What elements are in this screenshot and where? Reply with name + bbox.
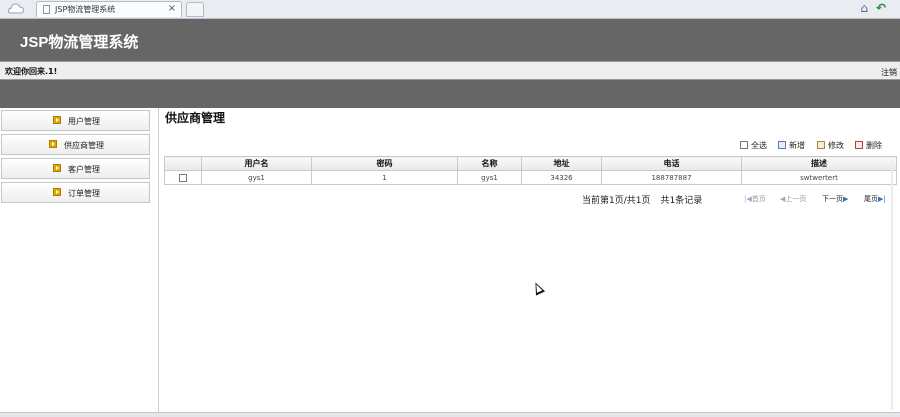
checkbox-icon — [740, 141, 748, 149]
welcome-message: 欢迎你回来.1! — [5, 67, 58, 76]
arrow-icon — [53, 116, 61, 124]
arrow-icon — [49, 140, 57, 148]
scrollbar[interactable] — [891, 160, 893, 410]
sidebar-item-label: 用户管理 — [68, 117, 100, 126]
next-page-label: 下一页 — [822, 195, 843, 203]
delete-icon — [855, 141, 863, 149]
add-button[interactable]: 新增 — [778, 140, 805, 151]
row-select-cell — [164, 170, 202, 185]
browser-toolbar-icons: ⌂ ↶ — [860, 2, 886, 15]
mouse-cursor-icon — [530, 280, 546, 296]
browser-tab-strip: JSP物流管理系统 × ⌂ ↶ — [0, 0, 900, 19]
select-all-button[interactable]: 全选 — [740, 140, 767, 151]
welcome-bar: 欢迎你回来.1! 注销 — [0, 61, 900, 80]
edit-icon — [817, 141, 825, 149]
action-toolbar: 全选 新增 修改 删除 — [740, 140, 890, 151]
prev-page-link[interactable]: ◀上一页 — [780, 194, 806, 204]
browser-tab[interactable]: JSP物流管理系统 × — [36, 1, 182, 17]
last-page-label: 尾页 — [864, 195, 878, 203]
next-page-icon: ▶ — [843, 195, 849, 203]
sidebar-item-label: 客户管理 — [68, 165, 100, 174]
new-tab-button[interactable] — [186, 2, 204, 17]
app-header: JSP物流管理系统 — [0, 19, 900, 61]
tab-title: JSP物流管理系统 — [55, 5, 116, 14]
cell-username: gys1 — [201, 170, 312, 185]
back-arrow-icon[interactable]: ↶ — [876, 2, 886, 15]
sidebar-item-customer-management[interactable]: 客户管理 — [1, 158, 150, 179]
first-page-link[interactable]: |◀首页 — [744, 194, 766, 204]
row-checkbox[interactable] — [179, 173, 187, 182]
cell-password: 1 — [311, 170, 458, 185]
page-info: 当前第1页/共1页 — [582, 196, 651, 206]
add-icon — [778, 141, 786, 149]
first-page-icon: |◀ — [744, 195, 752, 203]
column-header-phone: 电话 — [601, 156, 742, 171]
sidebar-item-supplier-management[interactable]: 供应商管理 — [1, 134, 150, 155]
header-band — [0, 80, 900, 108]
delete-label: 删除 — [866, 141, 882, 150]
cell-phone: 188787887 — [601, 170, 742, 185]
sidebar: 用户管理 供应商管理 客户管理 订单管理 — [0, 108, 159, 412]
cell-description: swtwertert — [741, 170, 897, 185]
sidebar-item-order-management[interactable]: 订单管理 — [1, 182, 150, 203]
cloud-icon[interactable] — [8, 2, 24, 14]
close-icon[interactable]: × — [168, 3, 176, 14]
pager-info: 当前第1页/共1页 共1条记录 — [582, 193, 712, 206]
sidebar-item-label: 订单管理 — [68, 189, 100, 198]
page-title: 供应商管理 — [165, 111, 226, 125]
page-icon — [43, 5, 50, 14]
table-row[interactable]: gys1 1 gys1 34326 188787887 swtwertert — [164, 170, 897, 185]
edit-button[interactable]: 修改 — [817, 140, 844, 151]
column-header-address: 地址 — [521, 156, 602, 171]
prev-page-label: 上一页 — [785, 195, 807, 203]
select-all-label: 全选 — [751, 141, 767, 150]
add-label: 新增 — [789, 141, 805, 150]
last-page-link[interactable]: 尾页▶| — [864, 194, 886, 204]
column-header-name: 名称 — [457, 156, 522, 171]
arrow-icon — [53, 188, 61, 196]
column-header-description: 描述 — [741, 156, 897, 171]
arrow-icon — [53, 164, 61, 172]
status-bar — [0, 412, 900, 417]
record-info: 共1条记录 — [660, 196, 703, 206]
cell-address: 34326 — [521, 170, 602, 185]
column-header-password: 密码 — [311, 156, 458, 171]
cell-name: gys1 — [457, 170, 522, 185]
sidebar-item-user-management[interactable]: 用户管理 — [1, 110, 150, 131]
table-header-row: 用户名 密码 名称 地址 电话 描述 — [164, 156, 897, 171]
first-page-label: 首页 — [751, 195, 766, 203]
supplier-table: 用户名 密码 名称 地址 电话 描述 gys1 1 gys1 34326 188… — [164, 156, 897, 185]
app-title: JSP物流管理系统 — [20, 34, 139, 51]
sidebar-item-label: 供应商管理 — [64, 141, 104, 150]
column-header-select — [164, 156, 202, 171]
next-page-link[interactable]: 下一页▶ — [822, 194, 848, 204]
column-header-username: 用户名 — [201, 156, 312, 171]
delete-button[interactable]: 删除 — [855, 140, 882, 151]
pager: |◀首页 ◀上一页 下一页▶ 尾页▶| — [744, 193, 894, 204]
edit-label: 修改 — [828, 141, 844, 150]
last-page-icon: ▶| — [878, 195, 886, 203]
home-icon[interactable]: ⌂ — [860, 2, 868, 15]
logout-link[interactable]: 注销 — [881, 67, 897, 78]
